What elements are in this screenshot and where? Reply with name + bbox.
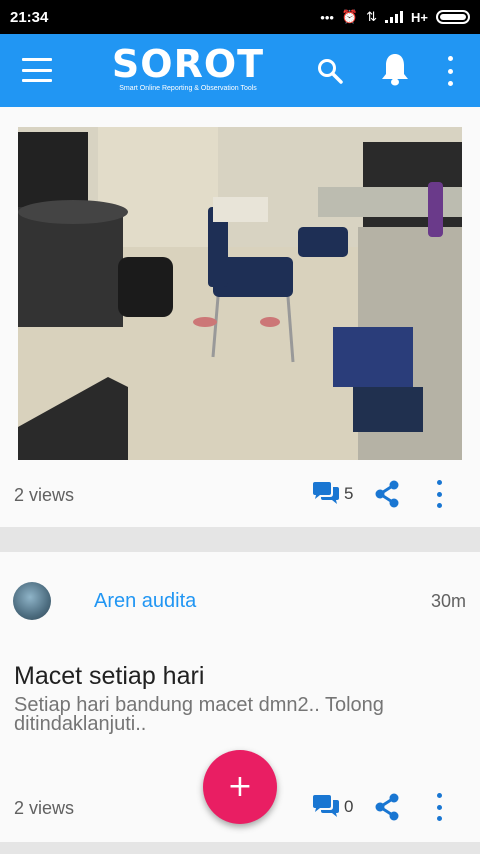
status-time: 21:34 [10, 8, 49, 26]
search-icon[interactable] [317, 58, 343, 84]
status-bar: 21:34 ••• ⏰ ⇅ H+ [0, 0, 480, 34]
network-type: H+ [411, 9, 428, 25]
comment-button[interactable]: 5 [312, 481, 353, 507]
add-post-button[interactable]: + [203, 750, 277, 824]
app-logo: SOROT Smart Online Reporting & Observati… [108, 44, 268, 94]
signal-icon [385, 11, 404, 23]
app-bar: SOROT Smart Online Reporting & Observati… [0, 34, 480, 107]
logo-subtitle: Smart Online Reporting & Observation Too… [119, 85, 257, 92]
share-icon[interactable] [373, 793, 401, 821]
list-divider [0, 842, 480, 854]
post-description: Setiap hari bandung macet dmn2.. Tolong … [14, 694, 384, 735]
avatar[interactable] [13, 582, 51, 620]
post-title: Macet setiap hari [14, 662, 205, 690]
comment-count: 0 [344, 797, 354, 816]
post-card: 2 views 5 [0, 107, 480, 527]
post-time: 30m [430, 591, 466, 611]
post-image[interactable] [18, 127, 462, 460]
comment-icon [313, 482, 339, 504]
plus-icon: + [227, 769, 253, 804]
comment-icon [313, 795, 339, 817]
data-transfer-icon: ⇅ [366, 9, 378, 24]
comment-button[interactable]: 0 [312, 794, 353, 820]
logo-text: SOROT [111, 42, 265, 86]
views-count: 2 views [14, 798, 75, 818]
battery-icon [436, 10, 470, 24]
more-vert-icon[interactable] [444, 56, 456, 86]
author-name[interactable]: Aren audita [94, 590, 196, 613]
status-icons: ••• ⏰ ⇅ H+ [320, 9, 470, 25]
post-more-icon[interactable] [434, 480, 444, 508]
share-icon[interactable] [373, 480, 401, 508]
comment-count: 5 [344, 484, 354, 503]
views-count: 2 views [14, 485, 75, 505]
post-more-icon[interactable] [434, 793, 444, 821]
notification-dots-icon: ••• [320, 9, 334, 25]
bell-icon[interactable] [380, 52, 410, 86]
alarm-icon: ⏰ [341, 9, 359, 24]
menu-icon[interactable] [22, 58, 52, 82]
